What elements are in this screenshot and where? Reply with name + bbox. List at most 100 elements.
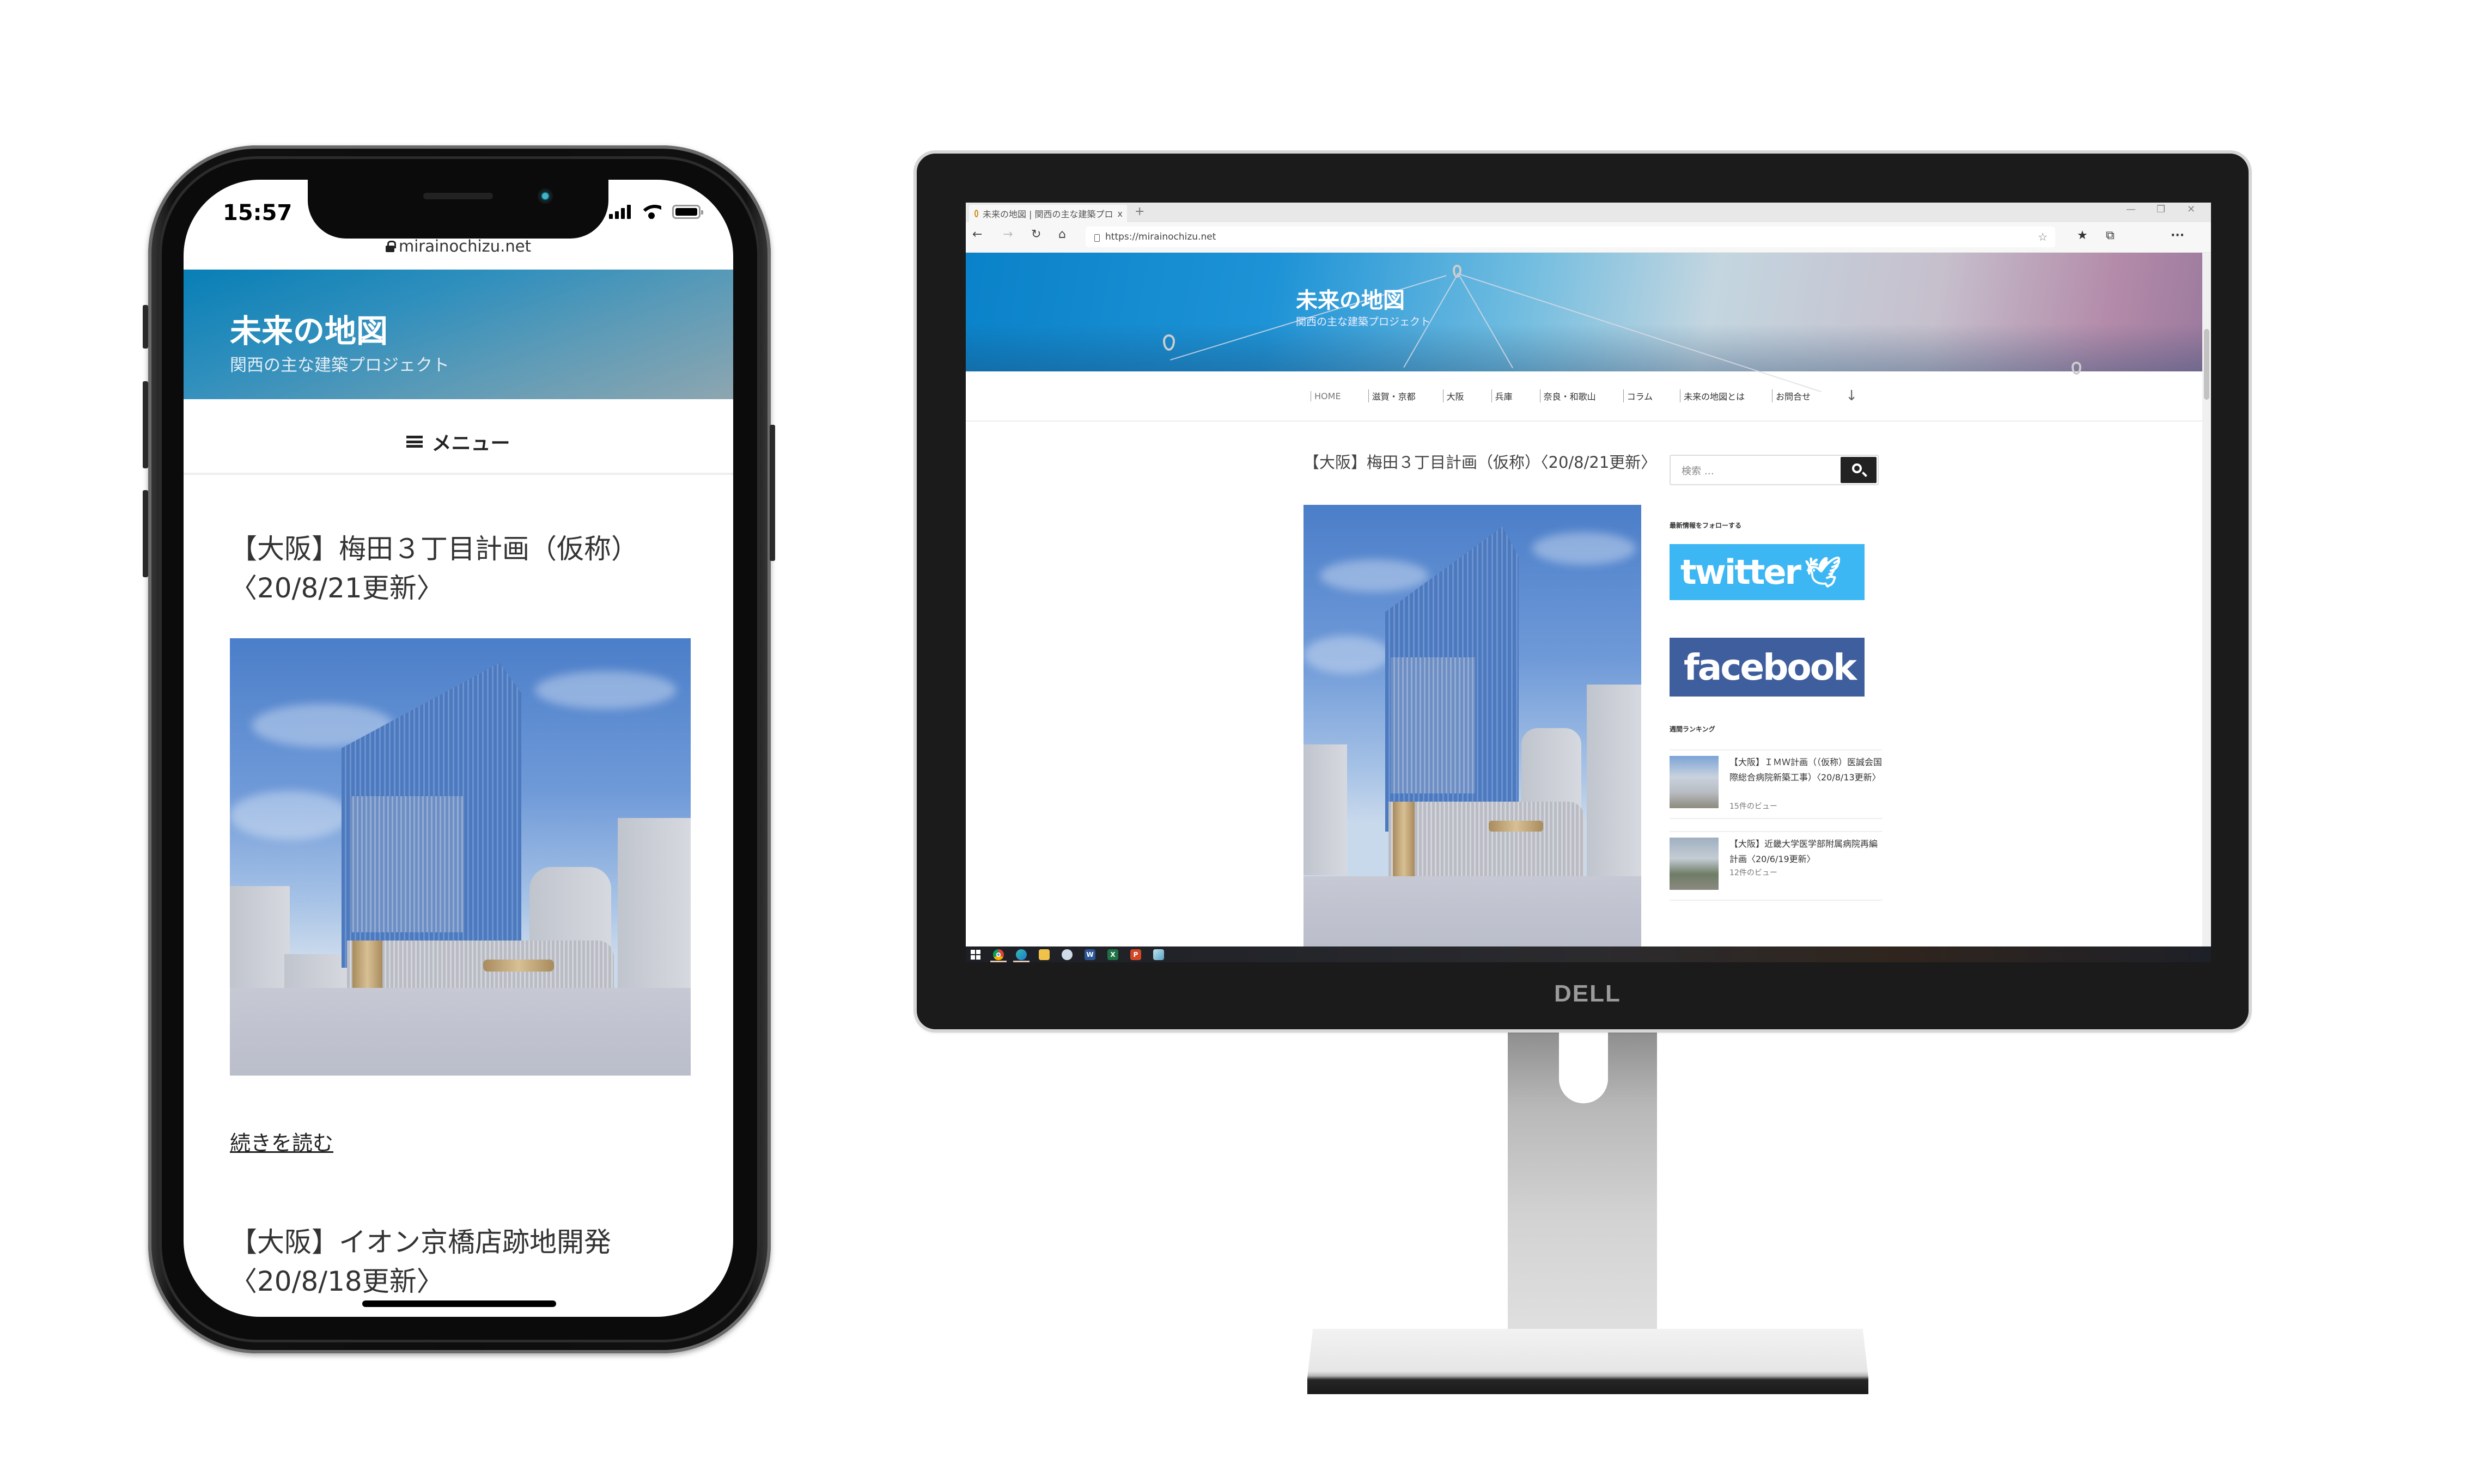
chrome-icon[interactable] — [993, 949, 1004, 960]
ranking-views: 12件のビュー — [1729, 869, 1777, 877]
phone-screen: 15:57 mirainochizu.net 未来の地図 関西の主な建築プロジェ… — [184, 180, 733, 1317]
site-title[interactable]: 未来の地図 — [230, 306, 388, 351]
nav-item-shiga-kyoto[interactable]: 滋賀・京都 — [1368, 389, 1419, 402]
ranking-thumbnail[interactable] — [1670, 838, 1719, 890]
nav-item-about[interactable]: 未来の地図とは — [1680, 389, 1748, 402]
back-icon[interactable]: ← — [972, 228, 982, 241]
add-favorite-icon[interactable]: ☆ — [2038, 230, 2048, 243]
tab-title: 未来の地図 | 関西の主な建築プロ — [982, 209, 1113, 219]
post-thumbnail-building[interactable] — [230, 638, 691, 1076]
status-time: 15:57 — [223, 200, 293, 225]
wifi-icon — [642, 204, 661, 219]
map-pin-icon — [1163, 334, 1175, 351]
home-icon[interactable]: ⌂ — [1058, 228, 1066, 241]
site-subtitle: 関西の主な建築プロジェクト — [230, 356, 449, 375]
site-title[interactable]: 未来の地図 — [1296, 283, 1405, 314]
post-title[interactable]: 【大阪】イオン京橋店跡地開発 〈20/8/18更新〉 — [230, 1223, 698, 1301]
nav-item-osaka[interactable]: 大阪 — [1442, 389, 1467, 402]
address-bar[interactable]: https://mirainochizu.net ☆ — [1086, 227, 2055, 247]
twitter-bird-icon: 🕊 — [1804, 554, 1842, 589]
ranking-views: 15件のビュー — [1729, 802, 1777, 811]
phone-volume-up-button — [143, 381, 148, 468]
post-title-line: 【大阪】梅田３丁目計画（仮称） — [230, 533, 638, 565]
post-title[interactable]: 【大阪】梅田３丁目計画（仮称） 〈20/8/21更新〉 — [230, 529, 698, 608]
restore-button[interactable]: ❐ — [2157, 204, 2165, 215]
facebook-follow-banner[interactable]: facebook — [1670, 638, 1865, 697]
browser-toolbar: ← → ↻ ⌂ https://mirainochizu.net ☆ ★ ⧉ ·… — [966, 222, 2211, 253]
divider — [184, 473, 733, 475]
scrollbar-thumb[interactable] — [2204, 329, 2209, 400]
browser-tab-bar: 未来の地図 | 関西の主な建築プロ x + — ❐ ✕ — [966, 203, 2211, 222]
main-navigation: HOME 滋賀・京都 大阪 兵庫 奈良・和歌山 コラム 未来の地図とは お問合せ… — [966, 371, 2202, 422]
post-thumbnail-building[interactable] — [1303, 505, 1641, 946]
menu-toggle-button[interactable]: メニュー — [184, 428, 733, 456]
monitor-screen: 未来の地図 | 関西の主な建築プロ x + — ❐ ✕ ← → ↻ ⌂ http… — [966, 203, 2211, 962]
menu-label: メニュー — [431, 432, 510, 455]
minimize-button[interactable]: — — [2126, 204, 2136, 215]
paint-icon[interactable] — [1062, 949, 1073, 960]
windows-taskbar: W X P — [966, 946, 2211, 962]
scroll-down-arrow-icon[interactable]: ↓ — [1845, 388, 1857, 404]
speaker-grille — [423, 193, 493, 199]
powerpoint-icon[interactable]: P — [1130, 949, 1141, 960]
forward-icon[interactable]: → — [1003, 228, 1013, 241]
dell-logo: DELL — [1554, 980, 1621, 1007]
nav-item-hyogo[interactable]: 兵庫 — [1491, 389, 1516, 402]
browser-tab[interactable]: 未来の地図 | 関西の主な建築プロ x — [969, 205, 1127, 222]
active-app-indicator — [1013, 961, 1030, 962]
facebook-label: facebook — [1684, 646, 1857, 688]
ranking-heading: 週間ランキング — [1670, 725, 1715, 733]
site-header: 未来の地図 関西の主な建築プロジェクト — [184, 270, 733, 399]
post-title-line: 〈20/8/18更新〉 — [230, 1266, 444, 1297]
more-menu-icon[interactable]: ··· — [2171, 229, 2184, 242]
file-explorer-icon[interactable] — [1039, 949, 1050, 960]
notepad-icon[interactable] — [1153, 949, 1164, 960]
edge-icon[interactable] — [1016, 949, 1027, 960]
nav-item-nara-wakayama[interactable]: 奈良・和歌山 — [1539, 389, 1599, 402]
nav-item-contact[interactable]: お問合せ — [1772, 389, 1814, 402]
cable-slot — [1559, 1029, 1608, 1103]
monitor-stand-base — [1307, 1329, 1868, 1394]
search-icon — [1852, 463, 1862, 473]
word-icon[interactable]: W — [1085, 949, 1095, 960]
close-window-button[interactable]: ✕ — [2187, 204, 2195, 215]
address-bar[interactable]: mirainochizu.net — [184, 237, 733, 255]
ranking-title[interactable]: 【大阪】近畿大学医学部附属病院再編計画〈20/6/19更新〉 — [1729, 836, 1882, 867]
front-camera — [538, 188, 553, 204]
collections-icon[interactable]: ⧉ — [2106, 229, 2115, 242]
search-button[interactable] — [1841, 457, 1877, 483]
phone-power-button — [770, 425, 775, 561]
search-placeholder: 検索 … — [1682, 466, 1714, 477]
site-header-banner: 未来の地図 関西の主な建築プロジェクト — [966, 253, 2202, 393]
post-title-line: 【大阪】イオン京橋店跡地開発 — [230, 1226, 611, 1258]
nav-item-home[interactable]: HOME — [1311, 390, 1344, 401]
phone-notch — [308, 180, 608, 239]
twitter-follow-banner[interactable]: twitter 🕊 — [1670, 544, 1865, 600]
phone-mute-switch — [143, 305, 148, 349]
new-tab-button[interactable]: + — [1135, 205, 1144, 218]
windows-start-icon[interactable] — [970, 949, 981, 960]
search-input[interactable]: 検索 … — [1670, 455, 1879, 485]
web-page: 未来の地図 関西の主な建築プロジェクト HOME 滋賀・京都 大阪 兵庫 奈良・… — [966, 253, 2202, 946]
ranking-title[interactable]: 【大阪】ＩＭＷ計画（（仮称）医誠会国際総合病院新築工事）〈20/8/13更新〉 — [1729, 755, 1882, 785]
twitter-label: twitter — [1680, 552, 1801, 592]
site-favicon-icon — [974, 210, 978, 217]
site-subtitle: 関西の主な建築プロジェクト — [1296, 316, 1431, 328]
nav-item-column[interactable]: コラム — [1623, 389, 1656, 402]
lock-icon — [1094, 234, 1100, 242]
favorites-icon[interactable]: ★ — [2077, 229, 2088, 242]
vertical-scrollbar[interactable] — [2202, 253, 2211, 946]
follow-heading: 最新情報をフォローする — [1670, 522, 1742, 529]
excel-icon[interactable]: X — [1107, 949, 1118, 960]
ranking-item[interactable]: 【大阪】ＩＭＷ計画（（仮称）医誠会国際総合病院新築工事）〈20/8/13更新〉 … — [1670, 749, 1882, 819]
home-indicator[interactable] — [362, 1300, 556, 1307]
tab-close-icon[interactable]: x — [1118, 209, 1123, 219]
read-more-link[interactable]: 続きを読む — [230, 1126, 333, 1156]
cellular-signal-icon — [609, 205, 631, 219]
ranking-item[interactable]: 【大阪】近畿大学医学部附属病院再編計画〈20/6/19更新〉 12件のビュー — [1670, 831, 1882, 901]
refresh-icon[interactable]: ↻ — [1031, 228, 1041, 241]
status-icons — [609, 204, 703, 219]
post-title[interactable]: 【大阪】梅田３丁目計画（仮称）〈20/8/21更新〉 — [1303, 450, 1656, 475]
url-text: https://mirainochizu.net — [1105, 231, 1216, 242]
ranking-thumbnail[interactable] — [1670, 756, 1719, 808]
